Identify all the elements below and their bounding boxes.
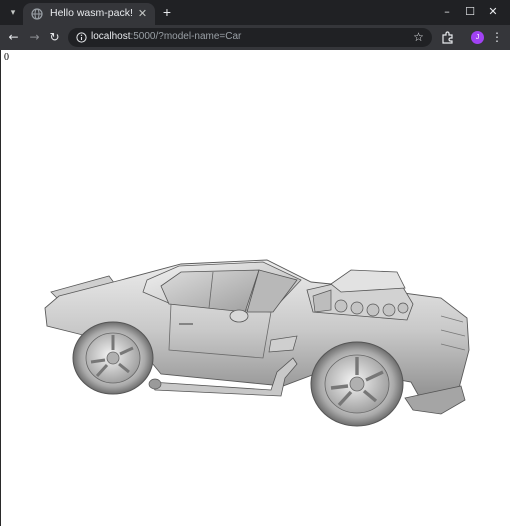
url-path: :5000/?model-name=Car (130, 31, 242, 42)
minimize-button[interactable]: – (438, 4, 456, 20)
engine-block (306, 269, 414, 321)
site-info-icon[interactable] (76, 32, 87, 43)
extensions-icon[interactable] (440, 30, 455, 45)
window-close-button[interactable]: ✕ (484, 4, 502, 20)
close-icon[interactable]: ✕ (136, 7, 149, 20)
tab-search-button[interactable]: ▾ (5, 5, 21, 21)
3d-viewport[interactable] (1, 200, 510, 440)
back-button[interactable]: ← (5, 29, 22, 46)
profile-avatar[interactable]: J (471, 31, 484, 44)
browser-toolbar: ← → ↻ localhost:5000/?model-name=Car ☆ J… (0, 25, 510, 50)
menu-kebab-icon[interactable]: ⋮ (491, 29, 503, 46)
maximize-button[interactable]: ☐ (461, 4, 479, 20)
car-model (44, 259, 470, 427)
new-tab-button[interactable]: + (159, 5, 175, 21)
url-text: localhost:5000/?model-name=Car (91, 31, 241, 42)
reload-button[interactable]: ↻ (46, 29, 63, 46)
url-host: localhost (91, 31, 131, 42)
tab-strip: ▾ Hello wasm-pack! ✕ + – ☐ ✕ (0, 0, 510, 25)
address-bar[interactable]: localhost:5000/?model-name=Car ☆ (68, 28, 432, 47)
bookmark-star-icon[interactable]: ☆ (411, 30, 426, 45)
forward-button[interactable]: → (26, 29, 43, 46)
globe-icon (31, 8, 43, 20)
output-text: 0 (4, 52, 9, 63)
page-content: 0 (0, 50, 510, 526)
tab-active[interactable]: Hello wasm-pack! ✕ (23, 3, 155, 25)
front-wheel (310, 341, 404, 427)
tab-title: Hello wasm-pack! (50, 7, 133, 19)
rear-wheel (72, 321, 154, 395)
